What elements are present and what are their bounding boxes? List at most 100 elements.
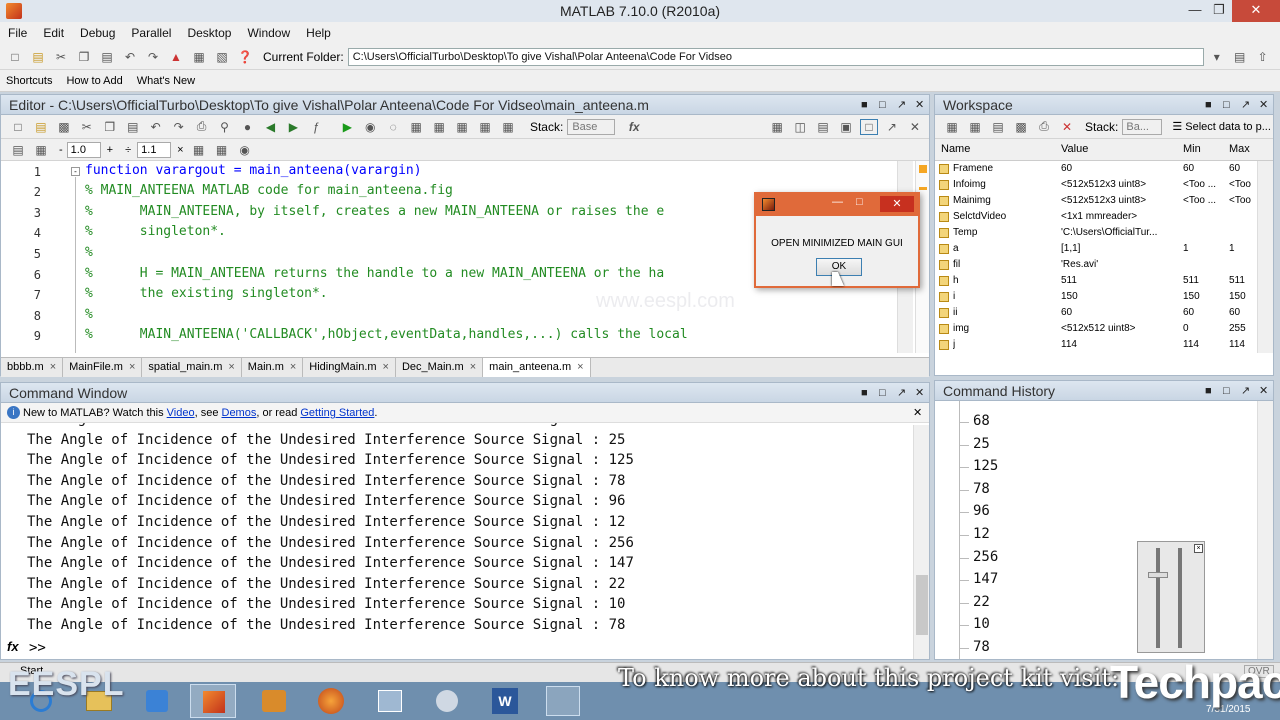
close-tab-icon[interactable]: × bbox=[129, 361, 135, 373]
cell-eval-all-icon[interactable]: ▦ bbox=[213, 142, 231, 158]
find-icon[interactable]: ⚲ bbox=[216, 119, 234, 135]
new-script-icon[interactable]: □ bbox=[9, 119, 27, 135]
publish-icon[interactable]: ◉ bbox=[236, 142, 254, 158]
maximize-icon[interactable]: □ bbox=[1223, 381, 1230, 401]
history-item[interactable]: 25 bbox=[973, 436, 990, 452]
history-scrollbar[interactable] bbox=[1257, 401, 1273, 659]
close-tab-icon[interactable]: × bbox=[577, 361, 583, 373]
open-folder-icon[interactable]: ▤ bbox=[29, 49, 47, 65]
workspace-row[interactable]: SelctdVideo <1x1 mmreader> bbox=[935, 209, 1257, 225]
workspace-row[interactable]: fil 'Res.avi' bbox=[935, 257, 1257, 273]
fold-box-icon[interactable]: - bbox=[71, 167, 80, 176]
col-name[interactable]: Name bbox=[941, 139, 970, 159]
history-item[interactable]: 147 bbox=[973, 571, 998, 587]
split-vertical-icon[interactable]: ◫ bbox=[791, 119, 809, 135]
single-view-icon[interactable]: □ bbox=[860, 118, 878, 135]
workspace-row[interactable]: Mainimg <512x512x3 uint8> <Too ... <Too bbox=[935, 193, 1257, 209]
workspace-stack-select[interactable]: Ba... bbox=[1122, 118, 1163, 135]
menu-file[interactable]: File bbox=[8, 26, 27, 40]
open-variable-icon[interactable]: ▦ bbox=[966, 119, 984, 135]
menu-window[interactable]: Window bbox=[247, 26, 290, 40]
task-tool-icon[interactable] bbox=[436, 690, 458, 712]
undock-icon[interactable]: ↗ bbox=[1241, 95, 1250, 115]
dock-arrow-icon[interactable]: ■ bbox=[861, 383, 868, 403]
tab-main[interactable]: Main.m × bbox=[242, 358, 304, 377]
tab-main-anteena[interactable]: main_anteena.m × bbox=[483, 358, 591, 377]
undock-icon[interactable]: ↗ bbox=[897, 383, 906, 403]
history-item[interactable]: 22 bbox=[973, 594, 990, 610]
new-file-icon[interactable]: □ bbox=[6, 49, 24, 65]
zoom-b-input[interactable]: 1.1 bbox=[137, 141, 172, 158]
command-scrollbar[interactable] bbox=[913, 425, 929, 659]
video-link[interactable]: Video bbox=[167, 407, 195, 419]
profiler-icon[interactable]: ▧ bbox=[213, 49, 231, 65]
col-min[interactable]: Min bbox=[1183, 139, 1201, 159]
maximize-icon[interactable]: □ bbox=[1223, 95, 1230, 115]
step-out-icon[interactable]: ▦ bbox=[453, 119, 471, 135]
getting-started-link[interactable]: Getting Started bbox=[300, 407, 374, 419]
dialog-maximize-icon[interactable]: □ bbox=[856, 196, 863, 208]
minimize-icon[interactable]: — bbox=[1184, 0, 1206, 22]
editor-stack-select[interactable]: Base bbox=[567, 118, 616, 135]
history-item[interactable]: 68 bbox=[973, 413, 990, 429]
guide-icon[interactable]: ▦ bbox=[190, 49, 208, 65]
import-icon[interactable]: ▤ bbox=[989, 119, 1007, 135]
close-panel-icon[interactable]: ✕ bbox=[1259, 95, 1268, 115]
fx-icon[interactable]: fx bbox=[7, 639, 19, 654]
float-icon[interactable]: ▣ bbox=[837, 119, 855, 135]
cell-eval-advance-icon[interactable]: ▦ bbox=[190, 142, 208, 158]
shortcuts-link[interactable]: Shortcuts bbox=[6, 75, 52, 87]
exit-debug-icon[interactable]: ▦ bbox=[499, 119, 517, 135]
dock-arrow-icon[interactable]: ■ bbox=[1205, 95, 1212, 115]
dropdown-chevron-icon[interactable]: ▾ bbox=[1208, 49, 1226, 65]
dialog-minimize-icon[interactable]: — bbox=[832, 196, 843, 208]
undo-icon[interactable]: ↶ bbox=[147, 119, 165, 135]
workspace-scrollbar[interactable] bbox=[1257, 161, 1273, 353]
help-icon[interactable]: ❓ bbox=[236, 49, 254, 65]
close-info-icon[interactable]: ✕ bbox=[913, 403, 922, 423]
demos-link[interactable]: Demos bbox=[222, 407, 257, 419]
close-tab-icon[interactable]: × bbox=[383, 361, 389, 373]
open-icon[interactable]: ▤ bbox=[32, 119, 50, 135]
print-icon[interactable]: ⎙ bbox=[1035, 119, 1053, 135]
close-tab-icon[interactable]: × bbox=[290, 361, 296, 373]
workspace-row[interactable]: Temp 'C:\Users\OfficialTur... bbox=[935, 225, 1257, 241]
split-horizontal-icon[interactable]: ▤ bbox=[814, 119, 832, 135]
command-output[interactable]: The Angle of Incidence of the Undesired … bbox=[1, 423, 929, 639]
forward-arrow-icon[interactable]: ▶ bbox=[284, 119, 302, 135]
save-icon[interactable]: ▩ bbox=[55, 119, 73, 135]
close-window-button[interactable]: ✕ bbox=[1232, 0, 1280, 22]
maximize-icon[interactable]: □ bbox=[879, 383, 886, 403]
close-icon[interactable]: × bbox=[1194, 544, 1203, 553]
tile-layout-icon[interactable]: ▦ bbox=[768, 119, 786, 135]
redo-icon[interactable]: ↷ bbox=[170, 119, 188, 135]
undock-icon[interactable]: ↗ bbox=[1241, 381, 1250, 401]
dock-arrow-icon[interactable]: ■ bbox=[861, 95, 868, 115]
current-folder-input[interactable]: C:\Users\OfficialTurbo\Desktop\To give V… bbox=[347, 47, 1204, 66]
workspace-row[interactable]: i 150 150 150 bbox=[935, 289, 1257, 305]
history-item[interactable]: 78 bbox=[973, 639, 990, 655]
workspace-row[interactable]: h 511 511 511 bbox=[935, 273, 1257, 289]
close-panel-icon[interactable]: ✕ bbox=[915, 383, 924, 403]
copy-icon[interactable]: ❐ bbox=[101, 119, 119, 135]
workspace-row[interactable]: a [1,1] 1 1 bbox=[935, 241, 1257, 257]
close-panel-icon[interactable]: ✕ bbox=[915, 95, 924, 115]
close-tab-icon[interactable]: × bbox=[50, 361, 56, 373]
task-paint-icon[interactable] bbox=[262, 690, 286, 712]
task-window-icon[interactable] bbox=[378, 690, 402, 712]
tab-bbbb[interactable]: bbbb.m × bbox=[1, 358, 64, 377]
close-tab-icon[interactable]: × bbox=[470, 361, 476, 373]
restore-icon[interactable]: ❐ bbox=[1208, 0, 1230, 22]
close-panel-icon[interactable]: ✕ bbox=[1259, 381, 1268, 401]
paste-icon[interactable]: ▤ bbox=[124, 119, 142, 135]
undo-icon[interactable]: ↶ bbox=[121, 49, 139, 65]
history-item[interactable]: 12 bbox=[973, 526, 990, 542]
breakpoint-icon[interactable]: ◉ bbox=[361, 119, 379, 135]
task-grid-icon[interactable] bbox=[546, 686, 580, 716]
binoculars-icon[interactable]: ● bbox=[239, 119, 257, 135]
back-arrow-icon[interactable]: ◀ bbox=[261, 119, 279, 135]
menu-edit[interactable]: Edit bbox=[43, 26, 64, 40]
print-icon[interactable]: ⎙ bbox=[193, 119, 211, 135]
task-matlab-icon[interactable] bbox=[190, 684, 236, 718]
tab-mainfile[interactable]: MainFile.m × bbox=[63, 358, 143, 377]
